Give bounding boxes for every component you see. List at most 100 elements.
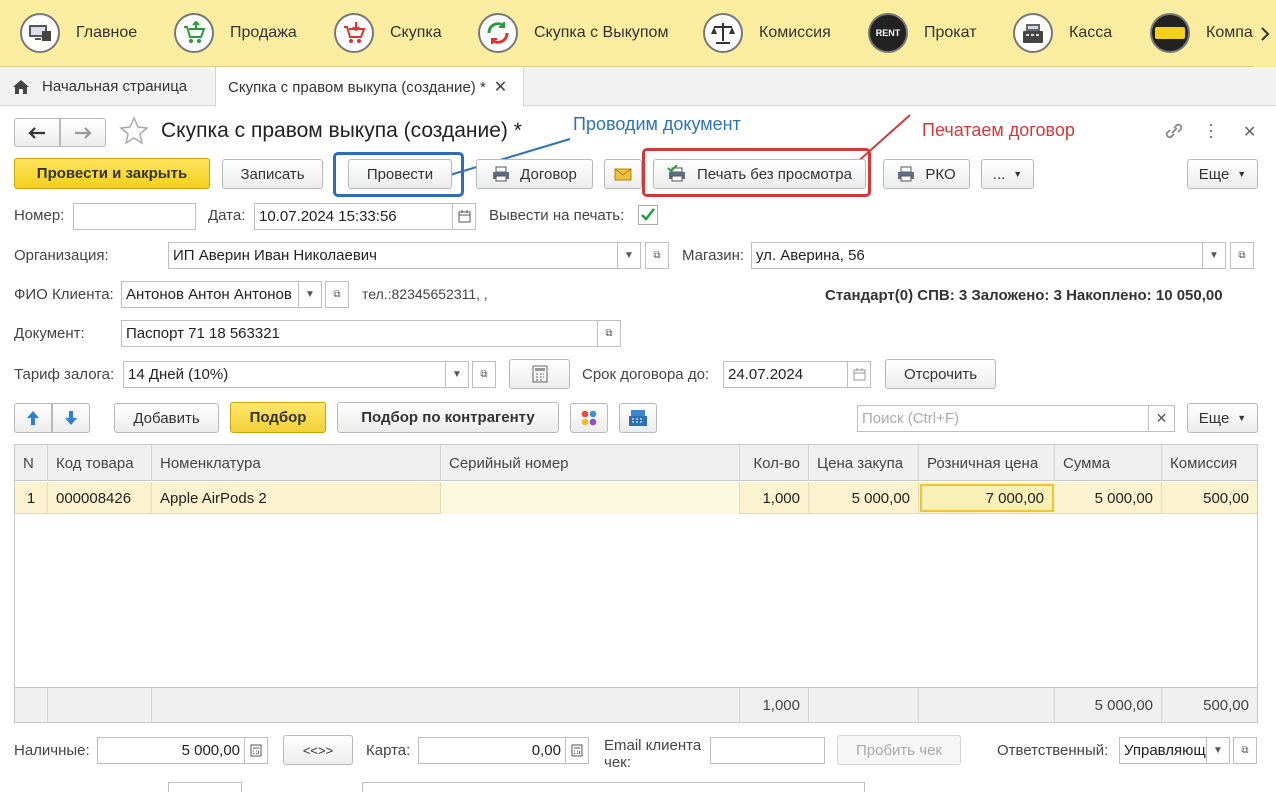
responsible-dropdown-button[interactable]: ▼ bbox=[1206, 737, 1230, 764]
printer-icon bbox=[493, 166, 510, 182]
cell-code: 000008426 bbox=[48, 482, 152, 514]
open-window-icon: ⧉ bbox=[1241, 745, 1249, 756]
cash-label: Наличные: bbox=[14, 742, 90, 759]
more-label: Еще bbox=[1198, 165, 1230, 183]
selection-button[interactable]: Подбор bbox=[230, 402, 326, 433]
client-label: ФИО Клиента: bbox=[14, 286, 114, 303]
col-retail-price[interactable]: Розничная цена bbox=[919, 445, 1055, 481]
client-dropdown-button[interactable]: ▼ bbox=[298, 281, 322, 308]
card-calculator-button[interactable] bbox=[565, 737, 589, 764]
chevron-down-icon: ▼ bbox=[452, 369, 462, 380]
more-dots-label: ... bbox=[992, 165, 1006, 183]
comment-field-partial[interactable] bbox=[362, 782, 865, 792]
organization-open-button[interactable]: ⧉ bbox=[645, 242, 669, 269]
swap-payment-button[interactable]: <<>> bbox=[283, 735, 353, 765]
document-open-button[interactable]: ⧉ bbox=[597, 320, 621, 347]
table-header: N Код товара Номенклатура Серийный номер… bbox=[15, 445, 1257, 481]
table-more-label: Еще bbox=[1198, 409, 1230, 427]
email-input[interactable] bbox=[710, 737, 825, 764]
printer-check-icon bbox=[667, 165, 685, 182]
client-input[interactable]: Антонов Антон Антонов bbox=[121, 281, 299, 308]
card-input[interactable]: 0,00 bbox=[418, 737, 566, 764]
open-window-icon: ⧉ bbox=[605, 328, 613, 339]
tariff-label: Тариф залога: bbox=[14, 366, 115, 383]
table-more-button[interactable]: Еще ▼ bbox=[1187, 403, 1258, 433]
number-input[interactable] bbox=[73, 203, 196, 230]
table-totals: 1,000 5 000,00 500,00 bbox=[15, 687, 1257, 723]
shop-open-button[interactable]: ⧉ bbox=[1230, 242, 1254, 269]
responsible-label: Ответственный: bbox=[997, 742, 1109, 759]
chevron-down-icon: ▼ bbox=[1013, 169, 1023, 179]
add-row-button[interactable]: Добавить bbox=[114, 403, 219, 433]
cash-calculator-button[interactable] bbox=[244, 737, 268, 764]
more-actions-dropdown[interactable]: ... ▼ bbox=[981, 159, 1034, 189]
date-picker-button[interactable] bbox=[452, 203, 476, 230]
rko-button[interactable]: РКО bbox=[883, 159, 970, 189]
print-without-preview-button[interactable]: Печать без просмотра bbox=[653, 159, 866, 189]
table-row[interactable]: 1 000008426 Apple AirPods 2 1,000 5 000,… bbox=[15, 482, 1257, 514]
number-label: Номер: bbox=[14, 207, 65, 224]
organization-dropdown-button[interactable]: ▼ bbox=[617, 242, 641, 269]
chevron-down-icon: ▼ bbox=[624, 250, 634, 261]
extend-button[interactable]: Отсрочить bbox=[885, 359, 996, 389]
arrow-up-icon bbox=[27, 411, 39, 425]
document-input[interactable]: Паспорт 71 18 563321 bbox=[121, 320, 598, 347]
chevron-down-icon: ▼ bbox=[1213, 745, 1223, 756]
shop-label: Магазин: bbox=[682, 247, 745, 264]
organization-input[interactable]: ИП Аверин Иван Николаевич bbox=[168, 242, 618, 269]
col-nomenclature[interactable]: Номенклатура bbox=[152, 445, 441, 481]
col-code[interactable]: Код товара bbox=[48, 445, 152, 481]
move-down-button[interactable] bbox=[52, 403, 90, 433]
items-table: N Код товара Номенклатура Серийный номер… bbox=[14, 444, 1258, 723]
save-button[interactable]: Записать bbox=[222, 159, 323, 189]
open-window-icon: ⧉ bbox=[333, 289, 341, 300]
col-n[interactable]: N bbox=[15, 445, 48, 481]
tariff-dropdown-button[interactable]: ▼ bbox=[445, 361, 469, 388]
cell-buy-price: 5 000,00 bbox=[809, 482, 919, 514]
col-buy-price[interactable]: Цена закупа bbox=[809, 445, 919, 481]
calculator-icon bbox=[571, 744, 583, 757]
cash-input[interactable]: 5 000,00 bbox=[97, 737, 245, 764]
search-input[interactable]: Поиск (Ctrl+F) bbox=[857, 405, 1150, 432]
date-label: Дата: bbox=[208, 207, 246, 224]
open-window-icon: ⧉ bbox=[1238, 250, 1246, 261]
punch-receipt-button[interactable]: Пробить чек bbox=[837, 735, 961, 765]
email-button[interactable] bbox=[604, 159, 642, 189]
chevron-down-icon: ▼ bbox=[1237, 413, 1247, 423]
post-button[interactable]: Провести bbox=[348, 159, 452, 189]
colors-button[interactable] bbox=[570, 403, 608, 433]
client-stats: Стандарт(0) СПВ: 3 Заложено: 3 Накоплено… bbox=[825, 287, 1223, 304]
cell-n: 1 bbox=[15, 482, 48, 514]
more-button[interactable]: Еще ▼ bbox=[1187, 159, 1258, 189]
tariff-input[interactable]: 14 Дней (10%) bbox=[123, 361, 446, 388]
print-flag-checkbox[interactable] bbox=[638, 205, 658, 225]
shop-input[interactable]: ул. Аверина, 56 bbox=[751, 242, 1203, 269]
date-input[interactable]: 10.07.2024 15:33:56 bbox=[254, 203, 454, 230]
col-qty[interactable]: Кол-во bbox=[740, 445, 809, 481]
client-phone: тел.:82345652311, , bbox=[362, 286, 488, 302]
selection-by-partner-button[interactable]: Подбор по контрагенту bbox=[337, 402, 559, 433]
col-sum[interactable]: Сумма bbox=[1055, 445, 1162, 481]
col-serial[interactable]: Серийный номер bbox=[441, 445, 740, 481]
col-commission[interactable]: Комиссия bbox=[1162, 445, 1257, 481]
tariff-open-button[interactable]: ⧉ bbox=[472, 361, 496, 388]
term-input[interactable]: 24.07.2024 bbox=[723, 361, 848, 388]
search-clear-button[interactable]: ✕ bbox=[1148, 405, 1175, 432]
responsible-input[interactable]: Управляющ bbox=[1119, 737, 1207, 764]
bottom-field-partial[interactable] bbox=[168, 782, 242, 792]
responsible-open-button[interactable]: ⧉ bbox=[1233, 737, 1257, 764]
shop-dropdown-button[interactable]: ▼ bbox=[1202, 242, 1226, 269]
rko-label: РКО bbox=[925, 165, 956, 183]
client-open-button[interactable]: ⧉ bbox=[325, 281, 349, 308]
cell-qty: 1,000 bbox=[740, 482, 809, 514]
contract-print-button[interactable]: Договор bbox=[476, 159, 593, 189]
term-label: Срок договора до: bbox=[582, 366, 710, 383]
move-up-button[interactable] bbox=[14, 403, 52, 433]
register-button[interactable] bbox=[619, 403, 657, 433]
cell-commission: 500,00 bbox=[1203, 489, 1249, 507]
cell-retail-price[interactable]: 7 000,00 bbox=[920, 484, 1054, 512]
post-and-close-button[interactable]: Провести и закрыть bbox=[14, 158, 210, 189]
term-date-picker-button[interactable] bbox=[847, 361, 871, 388]
calculator-button[interactable] bbox=[509, 359, 570, 389]
envelope-icon bbox=[614, 168, 632, 180]
